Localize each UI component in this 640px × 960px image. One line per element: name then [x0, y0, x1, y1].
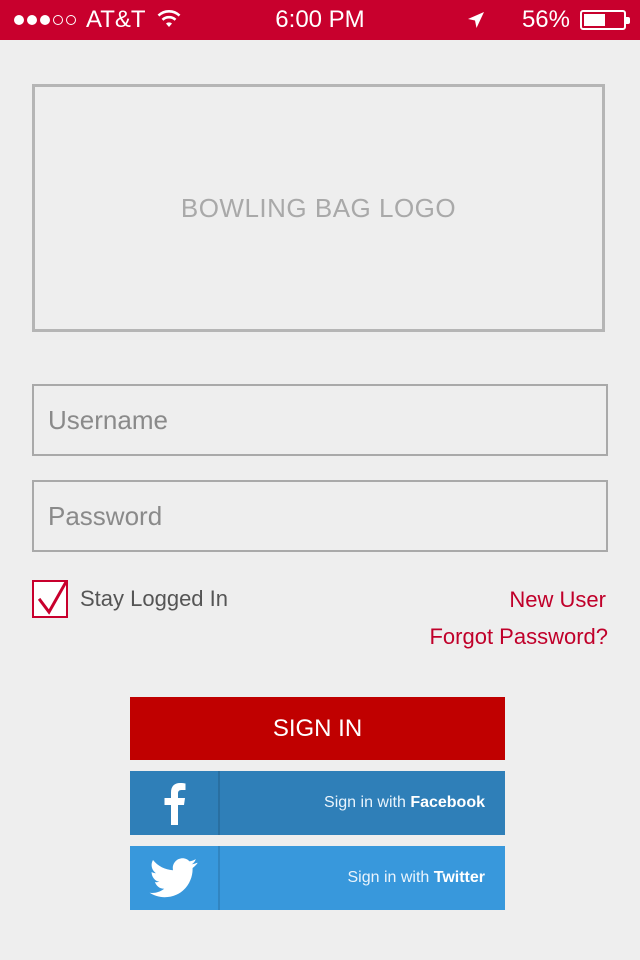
- battery-icon: [580, 10, 630, 30]
- twitter-sign-in-label: Sign in with Twitter: [220, 869, 505, 887]
- checkmark-icon: [37, 579, 69, 615]
- twitter-label-brand: Twitter: [433, 869, 485, 886]
- username-input[interactable]: [34, 386, 606, 454]
- battery-fill: [584, 14, 605, 26]
- logo-placeholder: BOWLING BAG LOGO: [32, 84, 605, 332]
- facebook-sign-in-label: Sign in with Facebook: [220, 794, 505, 812]
- facebook-label-prefix: Sign in with: [324, 794, 411, 811]
- password-field[interactable]: [32, 480, 608, 552]
- sign-in-button[interactable]: SIGN IN: [130, 697, 505, 760]
- password-input[interactable]: [34, 482, 606, 550]
- forgot-password-link[interactable]: Forgot Password?: [429, 624, 608, 650]
- twitter-label-prefix: Sign in with: [347, 869, 434, 886]
- facebook-icon-area: [130, 771, 220, 835]
- location-arrow-icon: [467, 12, 484, 28]
- twitter-sign-in-button[interactable]: Sign in with Twitter: [130, 846, 505, 910]
- battery-percentage: 56%: [521, 6, 570, 33]
- twitter-icon: [149, 858, 198, 898]
- stay-logged-in-label: Stay Logged In: [80, 586, 229, 611]
- twitter-icon-area: [130, 846, 220, 910]
- status-bar: AT&T 6:00 PM 56%: [0, 0, 640, 40]
- battery-nub: [626, 17, 630, 24]
- facebook-label-brand: Facebook: [410, 794, 485, 811]
- facebook-icon: [164, 783, 186, 825]
- new-user-link[interactable]: New User: [509, 587, 606, 613]
- logo-text: BOWLING BAG LOGO: [180, 192, 457, 223]
- stay-logged-in-checkbox[interactable]: [32, 579, 69, 618]
- stay-logged-in-row[interactable]: Stay Logged In: [32, 579, 229, 618]
- facebook-sign-in-button[interactable]: Sign in with Facebook: [130, 771, 505, 835]
- status-right: 56%: [466, 0, 630, 40]
- username-field[interactable]: [32, 384, 608, 456]
